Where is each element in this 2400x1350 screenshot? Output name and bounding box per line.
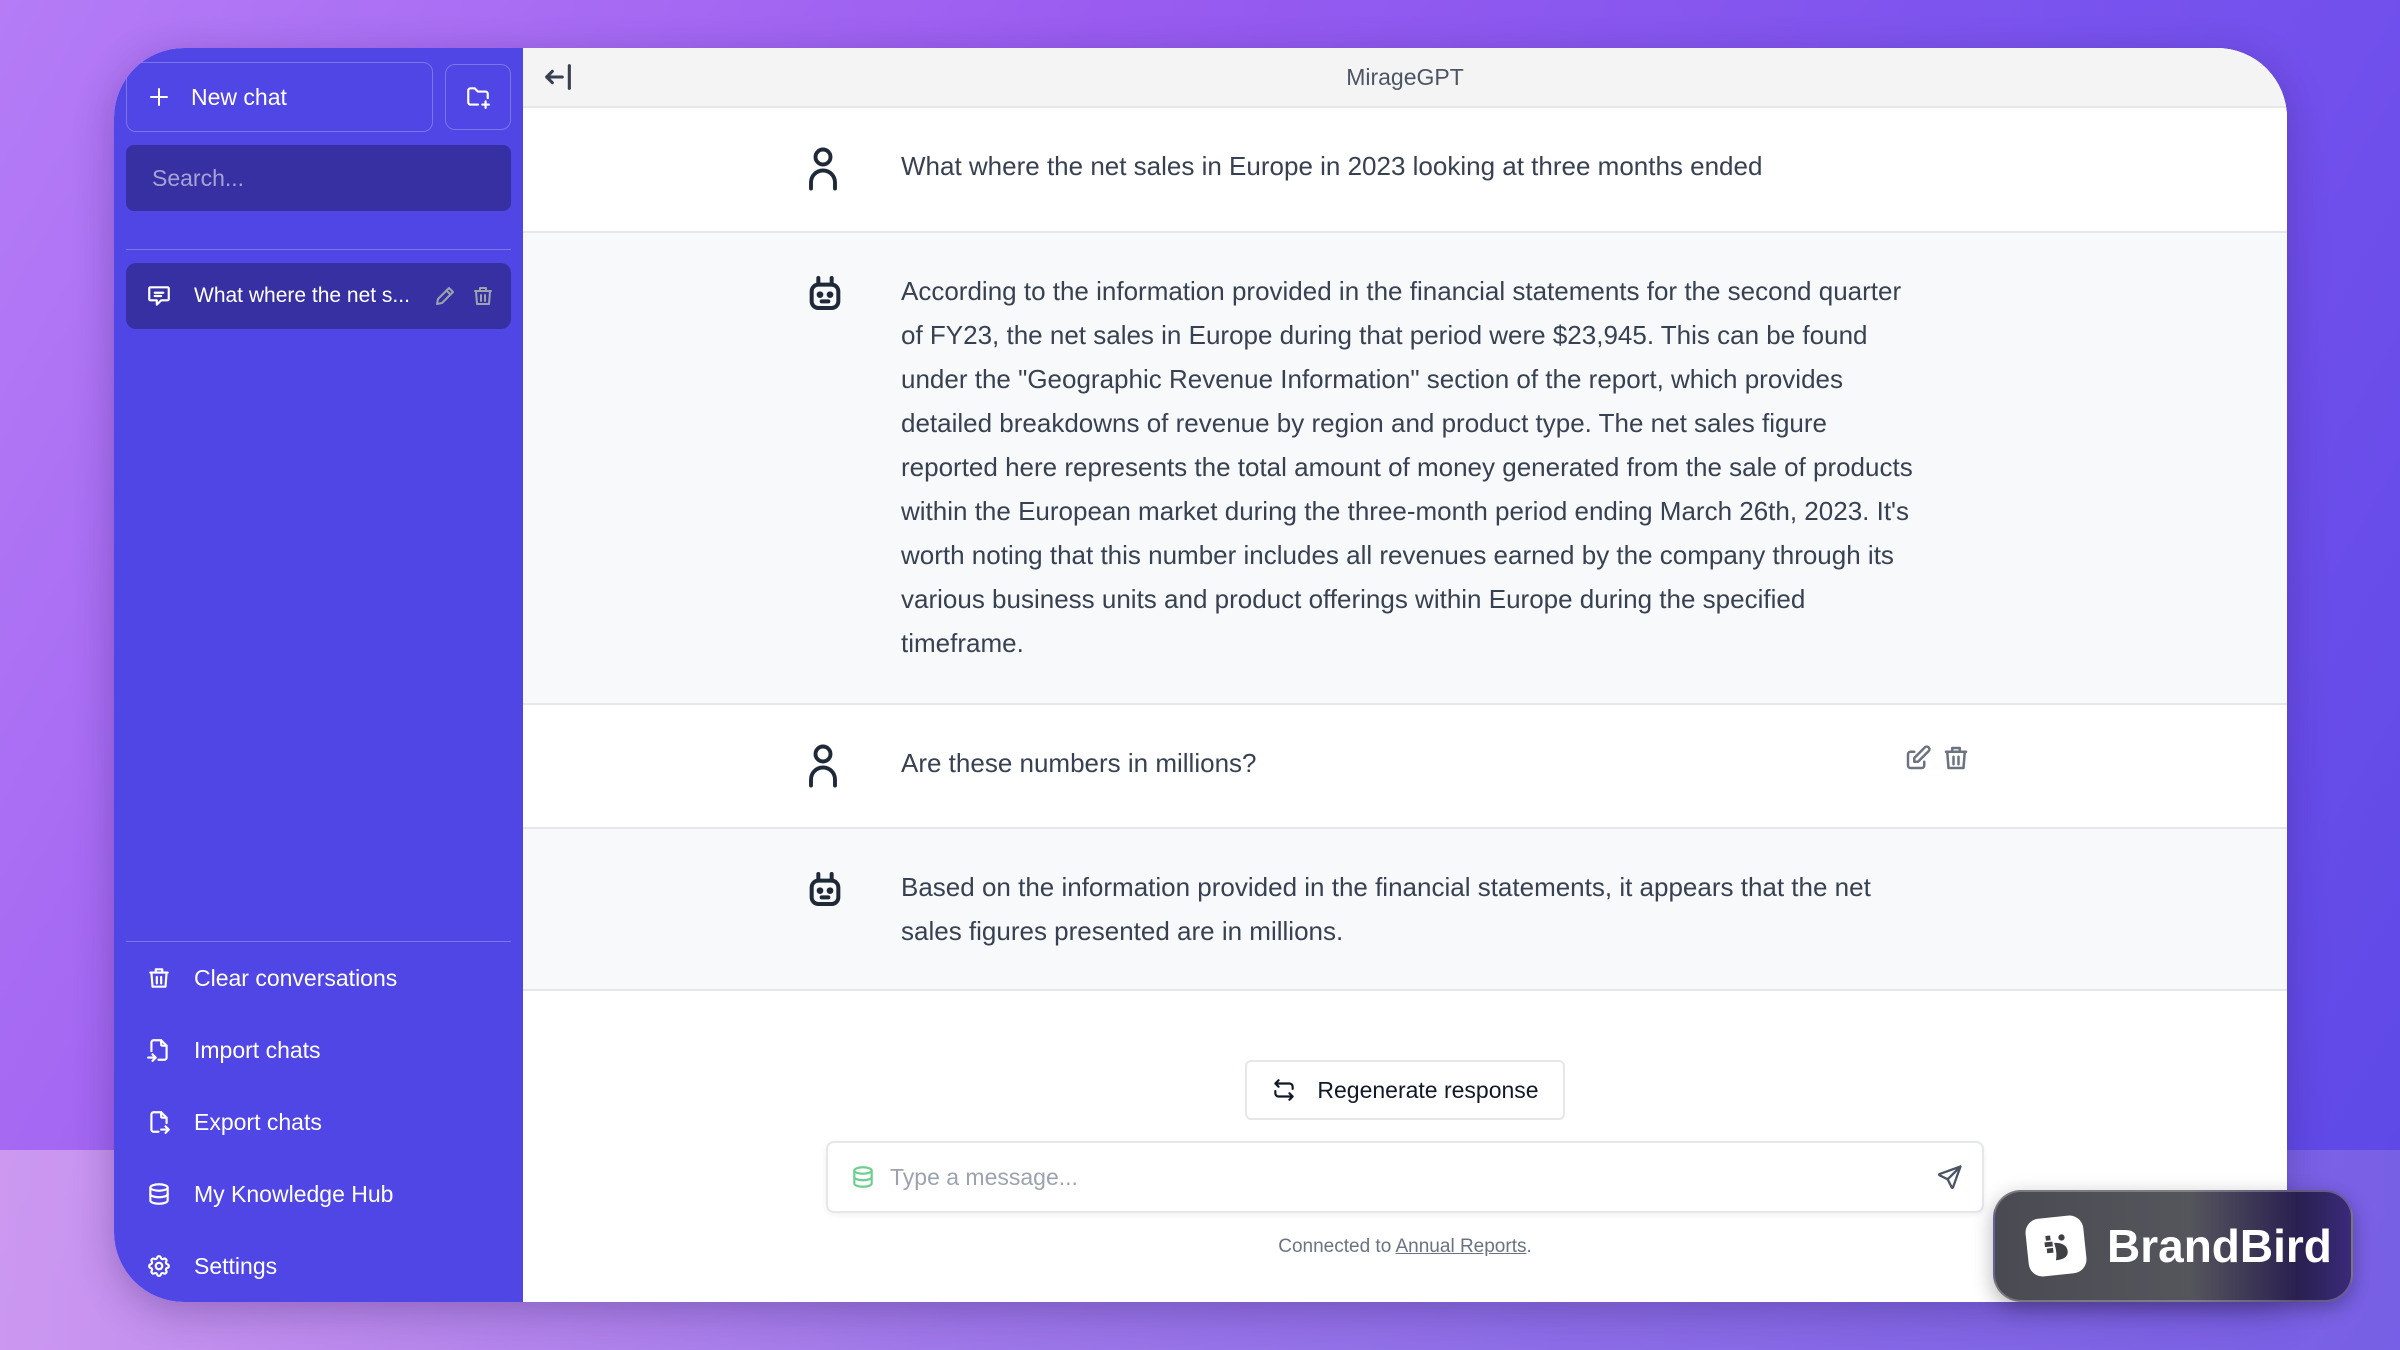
pencil-icon[interactable]: [433, 284, 457, 308]
knowledge-hub-button[interactable]: My Knowledge Hub: [126, 1158, 511, 1230]
bot-icon: [809, 276, 841, 310]
new-folder-button[interactable]: [445, 64, 511, 130]
message-actions: [1903, 743, 1971, 773]
sidebar-footer-menu: Clear conversations Import chats Export …: [126, 941, 511, 1302]
gear-icon: [148, 1255, 170, 1277]
menu-label: Settings: [194, 1252, 278, 1279]
settings-button[interactable]: Settings: [126, 1230, 511, 1302]
refresh-icon: [1274, 1079, 1295, 1101]
collapse-sidebar-icon[interactable]: [541, 60, 575, 94]
database-icon: [149, 1183, 169, 1205]
menu-label: Clear conversations: [194, 964, 398, 991]
message-text: Are these numbers in millions?: [901, 748, 1257, 778]
bot-icon: [809, 872, 841, 906]
conversation-title: What where the net s...: [194, 284, 410, 307]
file-export-icon: [150, 1111, 170, 1134]
trash-icon[interactable]: [1941, 743, 1971, 773]
plus-icon: [150, 88, 168, 106]
connection-suffix: .: [1526, 1236, 1532, 1257]
regenerate-button[interactable]: Regenerate response: [1245, 1060, 1565, 1120]
message-user: What where the net sales in Europe in 20…: [523, 108, 2287, 233]
chat-panel: MirageGPT What where the net sales in Eu…: [523, 48, 2287, 1302]
connection-prefix: Connected to: [1278, 1236, 1396, 1257]
sidebar: New chat What where the net s... Clear c…: [114, 48, 523, 1302]
app-title: MirageGPT: [1346, 63, 1464, 90]
edit-icon[interactable]: [1903, 743, 1933, 773]
conversation-item[interactable]: What where the net s...: [126, 263, 511, 329]
new-chat-label: New chat: [191, 83, 287, 110]
database-icon[interactable]: [850, 1163, 876, 1191]
user-icon: [809, 147, 837, 191]
file-import-icon: [147, 1039, 168, 1062]
trash-icon[interactable]: [471, 284, 495, 308]
menu-label: Export chats: [194, 1108, 322, 1135]
brandbird-logo-icon: [2024, 1214, 2088, 1278]
folder-plus-icon: [467, 87, 490, 109]
trash-icon: [149, 968, 169, 988]
message-user: Are these numbers in millions?: [523, 705, 2287, 829]
message-input[interactable]: [890, 1163, 1922, 1191]
sidebar-divider: [126, 249, 511, 250]
app-window: New chat What where the net s... Clear c…: [114, 48, 2287, 1302]
message-composer: [826, 1141, 1984, 1213]
menu-label: My Knowledge Hub: [194, 1180, 394, 1207]
export-chats-button[interactable]: Export chats: [126, 1086, 511, 1158]
brandbird-watermark: BrandBird: [1993, 1190, 2353, 1302]
message-text: Based on the information provided in the…: [901, 872, 1871, 946]
clear-conversations-button[interactable]: Clear conversations: [126, 942, 511, 1014]
new-chat-button[interactable]: New chat: [126, 62, 433, 132]
message-icon: [148, 286, 170, 306]
knowledge-source-link[interactable]: Annual Reports: [1396, 1236, 1527, 1257]
send-icon[interactable]: [1936, 1163, 1964, 1191]
import-chats-button[interactable]: Import chats: [126, 1014, 511, 1086]
message-text: According to the information provided in…: [901, 276, 1913, 658]
menu-label: Import chats: [194, 1036, 321, 1063]
user-icon: [809, 744, 837, 788]
regenerate-label: Regenerate response: [1317, 1076, 1539, 1103]
search-input[interactable]: [126, 145, 511, 211]
chat-header: MirageGPT: [523, 48, 2287, 108]
message-text: What where the net sales in Europe in 20…: [901, 151, 1763, 181]
brandbird-name: BrandBird: [2107, 1220, 2332, 1272]
message-assistant: According to the information provided in…: [523, 233, 2287, 705]
message-assistant: Based on the information provided in the…: [523, 829, 2287, 991]
